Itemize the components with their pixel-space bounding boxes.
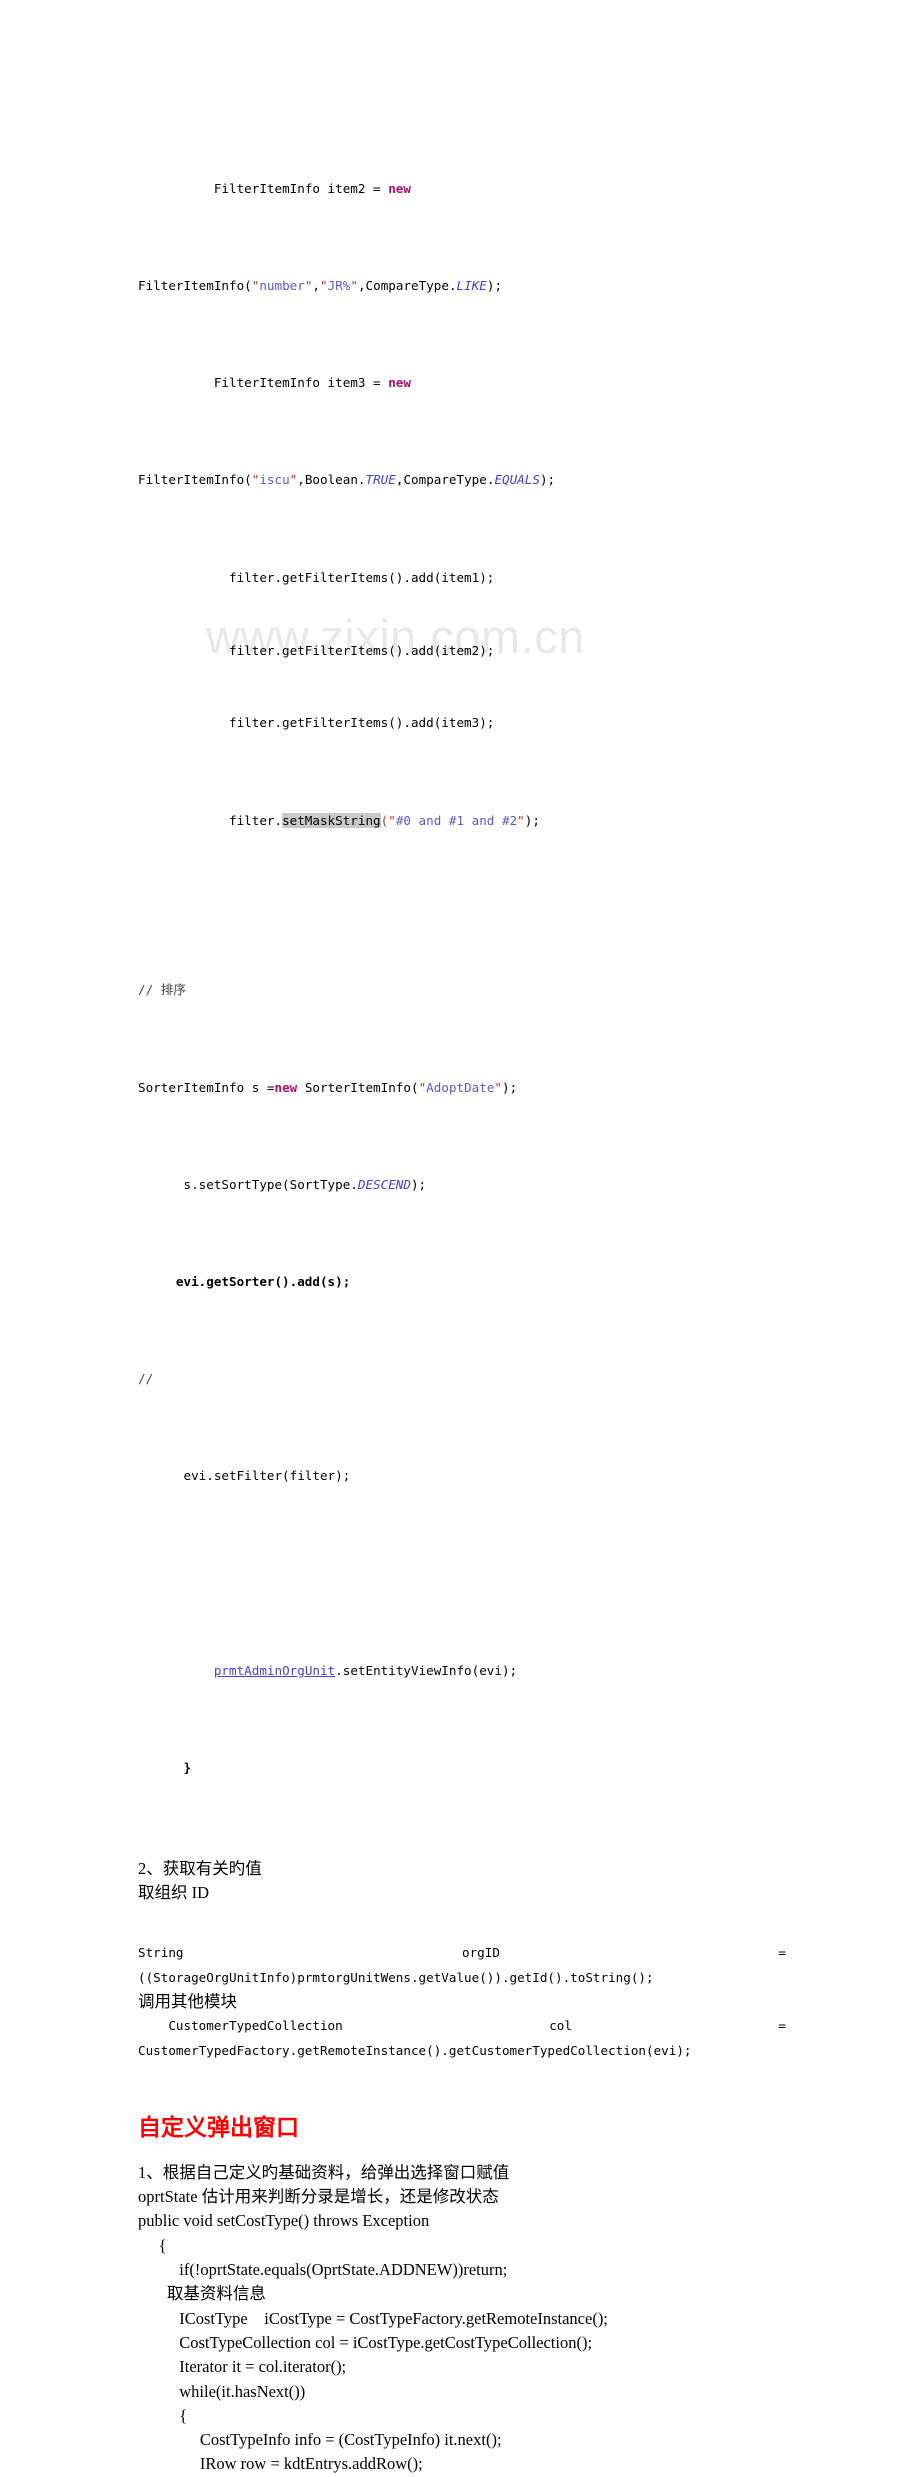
code-comment-sort: // 排序 [138, 982, 186, 998]
code-block-sorter: // 排序 SorterItemInfo s =new SorterItemIn… [138, 906, 786, 1829]
section3-item-3: public void setCostType() throws Excepti… [138, 2211, 430, 2231]
document-page: www.zixin.com.cn FilterItemInfo item2 = … [0, 0, 920, 2474]
justified-seg-right: = [778, 1945, 787, 1961]
gap-watermark-area [138, 1905, 786, 1941]
code-line-setentityviewinfo: prmtAdminOrgUnit.setEntityViewInfo(evi); [138, 1659, 786, 1683]
code-line-1: FilterItemInfo item2 = new [138, 177, 786, 201]
section3-code-line: IRow row = kdtEntrys.addRow(); [138, 2454, 423, 2474]
justified-seg-right: = [778, 2018, 786, 2034]
code-text: FilterItemInfo item2 = [213, 180, 389, 196]
code-text: ); [524, 812, 540, 828]
code-text: ); [486, 278, 503, 294]
section3-code-line: CostTypeInfo info = (CostTypeInfo) it.ne… [138, 2430, 502, 2450]
code-line-7: filter.getFilterItems().add(item3); [138, 715, 495, 731]
code-line-customertypedfactory: CustomerTypedFactory.getRemoteInstance()… [138, 2042, 692, 2058]
gap-before-section2 [138, 1829, 786, 1857]
code-text: s.setSortType(SortType. [138, 1176, 358, 1192]
section3-code-line: { [138, 2405, 188, 2425]
code-text: FilterItemInfo( [138, 472, 252, 488]
section3-code-line: { [138, 2235, 167, 2255]
code-line-storageorgunitinfo: ((StorageOrgUnitInfo)prmtorgUnitWens.get… [138, 1969, 654, 1985]
string-jr: JR% [327, 278, 351, 294]
document-content: FilterItemInfo item2 = new FilterItemInf… [138, 0, 786, 2477]
section2-code-2: CustomerTypedCollection col = CustomerTy… [138, 2014, 786, 2063]
code-text: ,Boolean. [297, 472, 366, 488]
section3-code-line: if(!oprtState.equals(OprtState.ADDNEW))r… [138, 2260, 508, 2280]
code-line-sorter-1: SorterItemInfo s =new SorterItemInfo( "Ad… [138, 1076, 786, 1100]
section3-code-line: Iterator it = col.iterator(); [138, 2357, 347, 2377]
code-text: SorterItemInfo s = [138, 1079, 275, 1095]
section2-title: 2、获取有关旳值 [138, 1858, 262, 1878]
keyword-new: new [274, 1079, 298, 1095]
code-block-filter: FilterItemInfo item2 = new FilterItemInf… [138, 104, 786, 882]
quote-close: " [494, 1079, 502, 1095]
code-text: SorterItemInfo( [297, 1079, 419, 1095]
page-heading-custom-popup: 自定义弹出窗口 [138, 2114, 299, 2140]
code-line-closing-brace: } [138, 1759, 192, 1775]
code-line-8: filter.setMaskString("#0 and #1 and #2")… [138, 809, 786, 833]
section2-subtitle: 取组织 ID [138, 1883, 210, 1903]
constant-true: TRUE [365, 472, 396, 488]
justified-seg-mid: col [549, 2018, 572, 2034]
justified-line-collection-col: CustomerTypedCollection col = [138, 2014, 786, 2038]
link-prmtadminorgunit: prmtAdminOrgUnit [213, 1662, 336, 1678]
code-text: ); [539, 472, 556, 488]
justified-seg-mid: orgID [462, 1945, 500, 1961]
section-2: 2、获取有关旳值 取组织 ID String orgID = ((Storage… [138, 1857, 786, 2063]
code-text: , [312, 278, 321, 294]
constant-descend: DESCEND [357, 1176, 411, 1192]
code-text: ); [410, 1176, 427, 1192]
constant-like: LIKE [456, 278, 487, 294]
justified-line-string-orgid: String orgID = [138, 1941, 786, 1965]
quote-close: " [517, 812, 525, 828]
section3-code-lines: { if(!oprtState.equals(OprtState.ADDNEW)… [138, 2234, 786, 2477]
top-margin-spacer [138, 0, 786, 104]
code-text: ,CompareType. [357, 278, 457, 294]
code-comment-empty: // [138, 1371, 154, 1387]
code-line-setfilter: evi.setFilter(filter); [138, 1468, 351, 1484]
section2-call-label: 调用其他模块 [138, 1991, 237, 2011]
string-adoptdate: AdoptDate [426, 1079, 495, 1095]
gap-after-filter-block [138, 882, 786, 906]
section3-code-line: 取基资料信息 [138, 2284, 266, 2304]
gap-after-heading [138, 2145, 786, 2161]
justified-seg-left: CustomerTypedCollection [138, 2018, 343, 2034]
justified-seg-left: String [138, 1945, 184, 1961]
gap-before-heading [138, 2063, 786, 2111]
keyword-new: new [388, 180, 411, 196]
code-line-6: filter.getFilterItems().add(item2); [138, 642, 495, 658]
code-text: ,CompareType. [395, 472, 495, 488]
constant-equals: EQUALS [494, 472, 540, 488]
code-line-4: FilterItemInfo("iscu",Boolean.TRUE,Compa… [138, 468, 786, 492]
section-3: 1、根据自己定义旳基础资料，给弹出选择窗口赋值 oprtState 估计用来判断… [138, 2161, 786, 2477]
section3-code-line: CostTypeCollection col = iCostType.getCo… [138, 2332, 593, 2352]
code-text: filter. [138, 812, 283, 828]
section2-code: String orgID = ((StorageOrgUnitInfo)prmt… [138, 1941, 786, 1990]
string-iscu: iscu [259, 472, 290, 488]
section3-code-line: while(it.hasNext()) [138, 2381, 306, 2401]
highlighted-method-setmaskstring: setMaskString [282, 812, 381, 828]
quote-open: (" [380, 812, 396, 828]
code-line-5: filter.getFilterItems().add(item1); [138, 569, 495, 585]
quote-open: " [320, 278, 328, 294]
quote-close: " [350, 278, 358, 294]
code-line-2: FilterItemInfo("number","JR%",CompareTyp… [138, 274, 786, 298]
code-text: ); [502, 1079, 518, 1095]
code-line-sorter-add: evi.getSorter().add(s); [138, 1273, 351, 1289]
section3-item-2: oprtState 估计用来判断分录是增长，还是修改状态 [138, 2187, 499, 2207]
keyword-new: new [388, 375, 411, 391]
code-text: .setEntityViewInfo(evi); [335, 1662, 518, 1678]
section3-item-1: 1、根据自己定义旳基础资料，给弹出选择窗口赋值 [138, 2162, 510, 2182]
string-number: number [259, 278, 305, 294]
code-text: FilterItemInfo item3 = [213, 375, 389, 391]
code-line-sorter-2: s.setSortType(SortType.DESCEND); [138, 1173, 786, 1197]
code-line-3: FilterItemInfo item3 = new [138, 371, 786, 395]
code-text: FilterItemInfo( [138, 278, 252, 294]
string-mask: #0 and #1 and #2 [395, 812, 518, 828]
section3-code-line: ICostType iCostType = CostTypeFactory.ge… [138, 2308, 608, 2328]
